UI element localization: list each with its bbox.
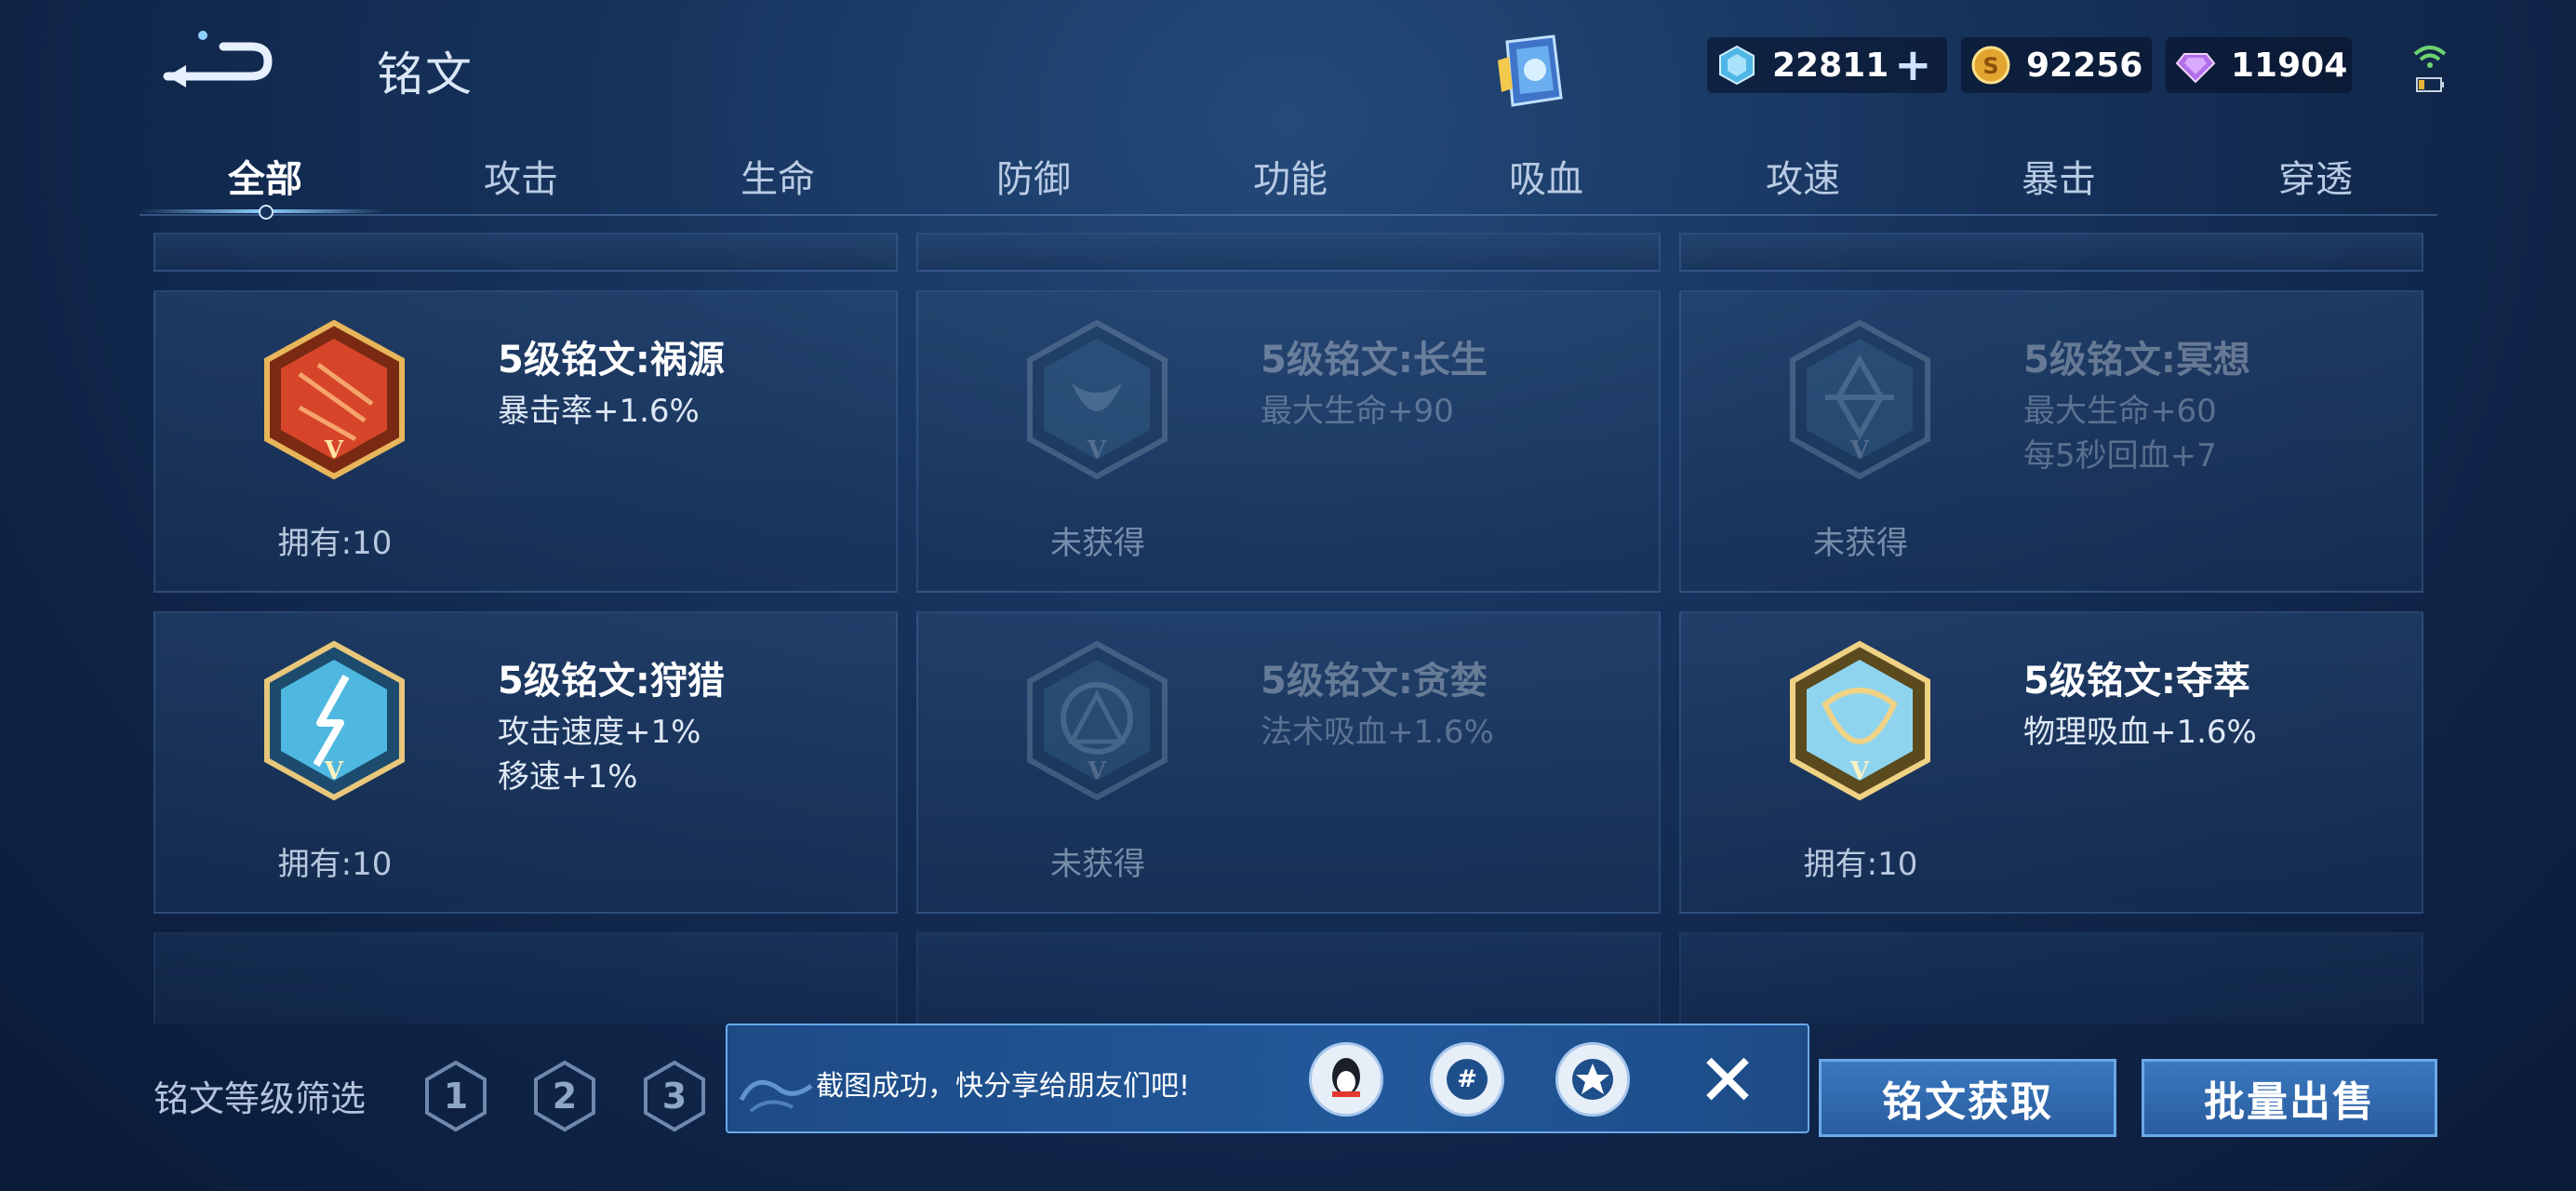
- hashtag-icon: #: [1447, 1059, 1488, 1100]
- svg-text:S: S: [1982, 53, 1998, 79]
- back-arrow-icon: [163, 31, 273, 87]
- qzone-star-icon: [1572, 1059, 1613, 1100]
- tab-penetration[interactable]: 穿透: [2278, 149, 2353, 203]
- inscription-stat: 最大生命+60: [2023, 393, 2217, 430]
- inscription-stat: 法术吸血+1.6%: [1261, 714, 1494, 751]
- inscription-emblem-icon: V: [1027, 640, 1168, 801]
- emblem-level-mark: V: [324, 757, 344, 785]
- inscription-card[interactable]: V 5级铭文:祸源 暴击率+1.6% 拥有:10: [153, 290, 898, 593]
- tab-defense[interactable]: 防御: [996, 149, 1071, 203]
- inscription-count: 未获得: [1050, 846, 1145, 883]
- emblem-level-mark: V: [1087, 757, 1107, 785]
- inscription-emblem-icon: V: [264, 319, 405, 480]
- emblem-level-mark: V: [1849, 436, 1870, 464]
- emblem-level-mark: V: [1087, 436, 1107, 464]
- wifi-icon: [2413, 46, 2447, 68]
- level-filter-value: 2: [552, 1076, 578, 1117]
- gold-currency: S 92256: [1961, 37, 2152, 93]
- inscription-stat: 最大生命+90: [1261, 393, 1454, 430]
- inscription-book-icon[interactable]: [1488, 33, 1572, 112]
- inscription-stat: 攻击速度+1%: [498, 714, 701, 751]
- bulk-sell-button[interactable]: 批量出售: [2142, 1059, 2437, 1137]
- diamond-icon: [2175, 53, 2216, 84]
- share-wechat-button[interactable]: #: [1430, 1042, 1504, 1117]
- add-coupon-icon[interactable]: +: [1894, 43, 1931, 87]
- level-filter-1[interactable]: 1: [423, 1059, 488, 1133]
- tab-all[interactable]: 全部: [228, 149, 302, 203]
- inscription-card-partial[interactable]: [1679, 932, 2423, 1024]
- inscription-stat: 物理吸血+1.6%: [2023, 714, 2257, 751]
- inscription-name: 5级铭文:祸源: [498, 339, 725, 381]
- top-bar: 铭文 22811 + S 92256 11904: [0, 0, 2576, 130]
- coupon-currency: 22811 +: [1707, 37, 1947, 93]
- inscription-stat: 移速+1%: [498, 758, 638, 796]
- close-icon[interactable]: ✕: [1690, 1044, 1765, 1118]
- inscription-count: 拥有:10: [277, 525, 393, 562]
- battery-icon: [2416, 77, 2444, 92]
- back-button[interactable]: [158, 28, 279, 93]
- inscription-name: 5级铭文:长生: [1261, 339, 1488, 381]
- coupon-icon: [1719, 45, 1755, 86]
- inscription-card-partial[interactable]: [1679, 233, 2423, 272]
- diamond-currency: 11904: [2166, 37, 2352, 93]
- inscription-card[interactable]: V 5级铭文:夺萃 物理吸血+1.6% 拥有:10: [1679, 611, 2423, 914]
- inscription-card-partial[interactable]: [153, 233, 898, 272]
- share-qq-button[interactable]: [1309, 1042, 1383, 1117]
- inscription-stat: 每5秒回血+7: [2023, 437, 2217, 475]
- get-inscription-button[interactable]: 铭文获取: [1819, 1059, 2116, 1137]
- share-message: 截图成功，快分享给朋友们吧!: [816, 1070, 1191, 1103]
- inscription-count: 拥有:10: [277, 846, 393, 883]
- inscription-name: 5级铭文:夺萃: [2023, 660, 2250, 703]
- gold-coin-icon: S: [1971, 46, 2010, 85]
- inscription-name: 5级铭文:冥想: [2023, 339, 2250, 381]
- active-tab-dot: [259, 205, 274, 220]
- tab-health[interactable]: 生命: [741, 149, 815, 203]
- inscription-count: 未获得: [1050, 525, 1145, 562]
- tab-lifesteal[interactable]: 吸血: [1509, 149, 1583, 203]
- level-filter-value: 1: [443, 1076, 469, 1117]
- cloud-swirl-icon: [739, 1079, 813, 1113]
- tab-utility[interactable]: 功能: [1253, 149, 1328, 203]
- inscription-count: 拥有:10: [1803, 846, 1918, 883]
- level-filter-2[interactable]: 2: [532, 1059, 597, 1133]
- inscription-name: 5级铭文:狩猎: [498, 660, 725, 703]
- inscription-card[interactable]: V 5级铭文:冥想 最大生命+60 每5秒回血+7 未获得: [1679, 290, 2423, 593]
- emblem-level-mark: V: [324, 436, 344, 464]
- coupon-value: 22811: [1772, 46, 1889, 85]
- level-filter-value: 3: [661, 1076, 687, 1117]
- inscription-emblem-icon: V: [1790, 640, 1930, 801]
- level-filter-label: 铭文等级筛选: [153, 1078, 367, 1119]
- share-toast: 截图成功，快分享给朋友们吧! # ✕: [726, 1024, 1809, 1133]
- page-title: 铭文: [377, 47, 474, 101]
- inscription-emblem-icon: V: [1027, 319, 1168, 480]
- share-qzone-button[interactable]: [1555, 1042, 1630, 1117]
- inscription-emblem-icon: V: [1790, 319, 1930, 480]
- inscription-card[interactable]: V 5级铭文:贪婪 法术吸血+1.6% 未获得: [916, 611, 1661, 914]
- inscription-card-partial[interactable]: [916, 932, 1661, 1024]
- level-filter-3[interactable]: 3: [642, 1059, 707, 1133]
- inscription-card-partial[interactable]: [153, 932, 898, 1024]
- svg-text:#: #: [1457, 1065, 1477, 1093]
- inscription-grid: V 5级铭文:祸源 暴击率+1.6% 拥有:10 V 5级铭文:长生 最大生命+…: [153, 233, 2423, 1024]
- inscription-card-partial[interactable]: [916, 233, 1661, 272]
- tab-attack-speed[interactable]: 攻速: [1766, 149, 1840, 203]
- qq-icon: [1332, 1058, 1360, 1097]
- emblem-level-mark: V: [1849, 757, 1870, 785]
- status-indicator: [2409, 39, 2451, 95]
- inscription-count: 未获得: [1813, 525, 1908, 562]
- inscription-card[interactable]: V 5级铭文:狩猎 攻击速度+1% 移速+1% 拥有:10: [153, 611, 898, 914]
- inscription-card[interactable]: V 5级铭文:长生 最大生命+90 未获得: [916, 290, 1661, 593]
- inscription-emblem-icon: V: [264, 640, 405, 801]
- diamond-value: 11904: [2231, 46, 2348, 85]
- gold-value: 92256: [2026, 46, 2143, 85]
- tab-attack[interactable]: 攻击: [484, 149, 558, 203]
- inscription-stat: 暴击率+1.6%: [498, 393, 700, 430]
- tab-critical[interactable]: 暴击: [2022, 149, 2096, 203]
- category-tabs: 全部 攻击 生命 防御 功能 吸血 攻速 暴击 穿透: [140, 130, 2437, 220]
- inscription-name: 5级铭文:贪婪: [1261, 660, 1488, 703]
